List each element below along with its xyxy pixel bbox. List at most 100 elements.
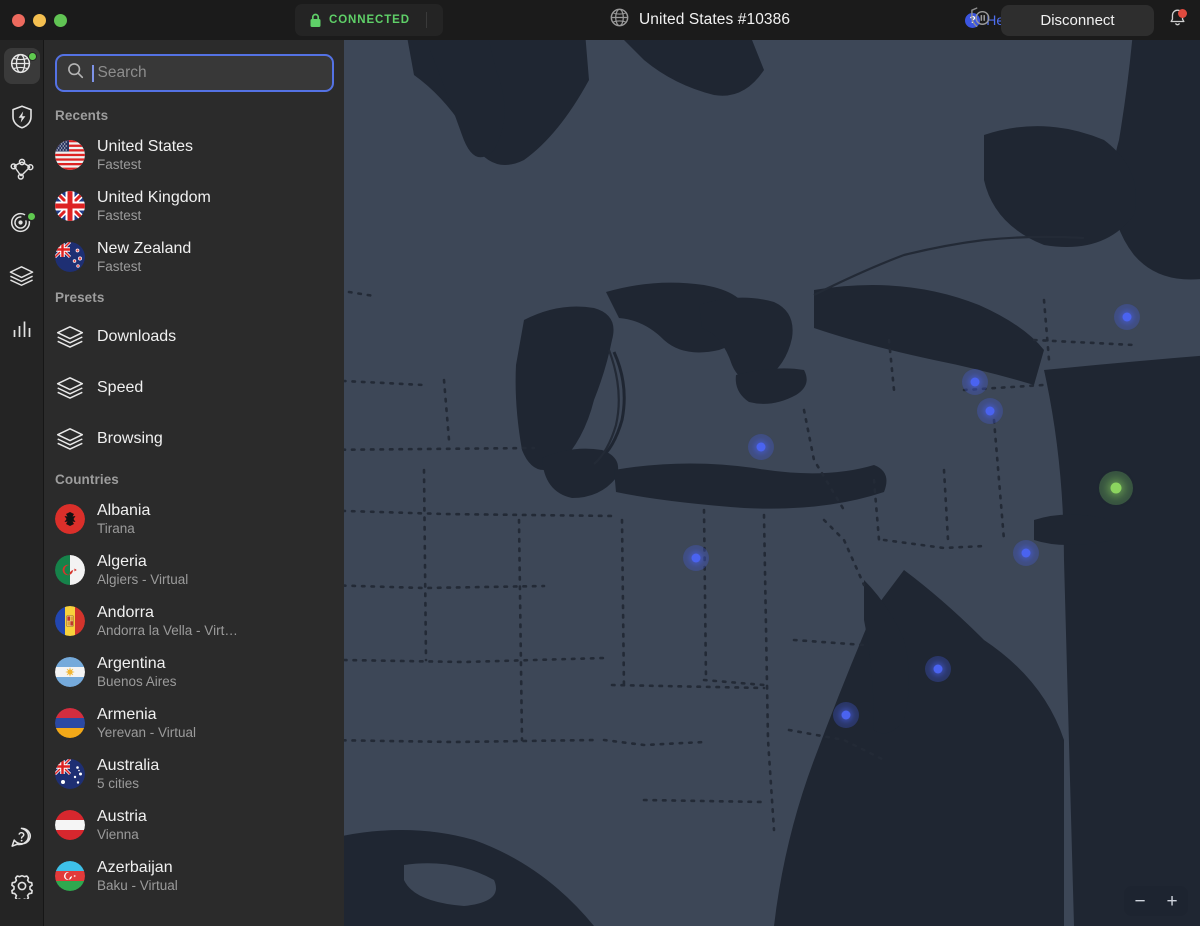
list-item-title: Australia xyxy=(97,756,160,774)
nav-rail-bottom xyxy=(0,822,43,918)
list-item-country-andorra[interactable]: Andorra Andorra la Vella - Virt… xyxy=(44,595,344,646)
sidebar-item-meshnet[interactable] xyxy=(4,154,40,190)
connection-status-text: CONNECTED xyxy=(329,14,410,26)
list-item-subtitle: Fastest xyxy=(97,156,142,172)
title-bar: CONNECTED United States #10386 ? Disconn… xyxy=(0,0,1200,40)
world-map[interactable]: − + xyxy=(344,40,1200,926)
list-item-subtitle: Algiers - Virtual xyxy=(97,571,189,587)
list-item-title: Azerbaijan xyxy=(97,858,173,876)
search-box[interactable] xyxy=(55,54,334,92)
disconnect-button[interactable]: Disconnect xyxy=(1001,4,1154,36)
list-item-title: Argentina xyxy=(97,654,166,672)
list-item-title: United States xyxy=(97,137,194,155)
list-item-subtitle: Yerevan - Virtual xyxy=(97,724,197,740)
list-item-title: Albania xyxy=(97,501,151,519)
section-heading-recents: Recents xyxy=(55,108,109,123)
shield-bolt-icon xyxy=(10,104,34,135)
list-item-recent-united-states[interactable]: United States Fastest xyxy=(44,129,344,180)
section-heading-presets: Presets xyxy=(55,290,105,305)
pause-vpn-button[interactable] xyxy=(959,4,1001,36)
list-item-country-albania[interactable]: Albania Tirana xyxy=(44,493,344,544)
search-container xyxy=(44,40,344,100)
sidebar-item-help[interactable] xyxy=(4,822,40,858)
list-item-subtitle: Andorra la Vella - Virt… xyxy=(97,622,238,638)
server-name-text: United States #10386 xyxy=(639,11,791,28)
window-controls xyxy=(0,13,67,27)
bar-chart-icon xyxy=(10,317,34,346)
list-item-subtitle: Vienna xyxy=(97,826,139,842)
maximize-window-button[interactable] xyxy=(54,13,67,27)
layers-icon xyxy=(8,264,35,293)
sidebar-item-locations[interactable] xyxy=(3,48,40,84)
zoom-out-button[interactable]: − xyxy=(1127,892,1153,911)
list-item-subtitle: Baku - Virtual xyxy=(97,877,178,893)
uk-flag xyxy=(55,190,85,221)
ad-flag xyxy=(55,605,85,636)
status-badge-dot xyxy=(26,212,36,221)
section-heading-countries: Countries xyxy=(55,472,119,487)
list-item-subtitle: Tirana xyxy=(97,520,135,536)
us-flag xyxy=(55,139,85,170)
list-item-subtitle: Fastest xyxy=(97,207,142,223)
list-item-title: Downloads xyxy=(97,327,177,345)
list-item-title: Andorra xyxy=(97,603,154,621)
list-item-subtitle: 5 cities xyxy=(97,775,140,791)
app-window: CONNECTED United States #10386 ? Disconn… xyxy=(0,0,1200,926)
at-flag xyxy=(55,809,85,840)
close-window-button[interactable] xyxy=(12,13,25,27)
text-caret xyxy=(92,64,94,82)
dz-flag xyxy=(55,554,85,585)
list-item-subtitle: Fastest xyxy=(97,258,142,274)
layers-icon xyxy=(55,373,85,403)
titlebar-right: Disconnect xyxy=(959,0,1200,40)
list-item-recent-united-kingdom[interactable]: United Kingdom Fastest xyxy=(44,180,344,231)
map-canvas xyxy=(344,40,1200,926)
search-input[interactable] xyxy=(97,64,322,82)
connection-status-pill: CONNECTED xyxy=(295,4,443,36)
locations-scroll-area[interactable]: Recents United States Fastest United Kin… xyxy=(44,100,344,926)
status-badge-dot xyxy=(27,52,37,61)
sidebar-item-presets[interactable] xyxy=(4,260,40,296)
nz-flag xyxy=(55,241,85,272)
list-item-title: Speed xyxy=(97,378,144,396)
sidebar-item-statistics[interactable] xyxy=(4,313,40,349)
current-server[interactable]: United States #10386 xyxy=(435,8,965,32)
search-icon xyxy=(67,62,84,84)
pill-divider xyxy=(425,12,427,28)
list-item-title: Browsing xyxy=(97,429,163,447)
app-body: Recents xyxy=(0,40,1200,926)
list-item-preset-browsing[interactable]: Browsing xyxy=(44,413,344,464)
sidebar-item-dark-web-monitor[interactable] xyxy=(4,207,40,243)
lock-icon xyxy=(309,13,322,28)
help-bubble-icon xyxy=(9,825,34,855)
list-item-recent-new-zealand[interactable]: New Zealand Fastest xyxy=(44,231,344,282)
locations-panel: Recents xyxy=(44,40,344,926)
nav-rail xyxy=(0,40,44,926)
list-item-country-argentina[interactable]: Argentina Buenos Aires xyxy=(44,646,344,697)
list-item-title: New Zealand xyxy=(97,239,192,257)
titlebar-center: CONNECTED United States #10386 ? xyxy=(295,4,1025,36)
sidebar-item-settings[interactable] xyxy=(4,870,40,906)
list-item-title: Algeria xyxy=(97,552,147,570)
list-item-country-austria[interactable]: Austria Vienna xyxy=(44,799,344,850)
minimize-window-button[interactable] xyxy=(33,13,46,27)
ar-flag xyxy=(55,656,85,687)
gear-icon xyxy=(9,873,35,904)
list-item-country-armenia[interactable]: Armenia Yerevan - Virtual xyxy=(44,697,344,748)
list-item-preset-downloads[interactable]: Downloads xyxy=(44,311,344,362)
sidebar-item-threat-protection[interactable] xyxy=(4,101,40,137)
list-item-country-azerbaijan[interactable]: Azerbaijan Baku - Virtual xyxy=(44,850,344,901)
list-item-preset-speed[interactable]: Speed xyxy=(44,362,344,413)
list-item-title: Austria xyxy=(97,807,147,825)
map-zoom-controls: − + xyxy=(1124,886,1188,916)
list-item-country-australia[interactable]: Australia 5 cities xyxy=(44,748,344,799)
list-item-title: United Kingdom xyxy=(97,188,211,206)
zoom-in-button[interactable]: + xyxy=(1159,892,1185,911)
list-item-country-algeria[interactable]: Algeria Algiers - Virtual xyxy=(44,544,344,595)
notifications-button[interactable] xyxy=(1154,0,1200,40)
notification-badge-dot xyxy=(1178,9,1187,18)
layers-icon xyxy=(55,322,85,352)
am-flag xyxy=(55,707,85,738)
list-item-subtitle: Buenos Aires xyxy=(97,673,177,689)
globe-icon xyxy=(610,8,629,32)
